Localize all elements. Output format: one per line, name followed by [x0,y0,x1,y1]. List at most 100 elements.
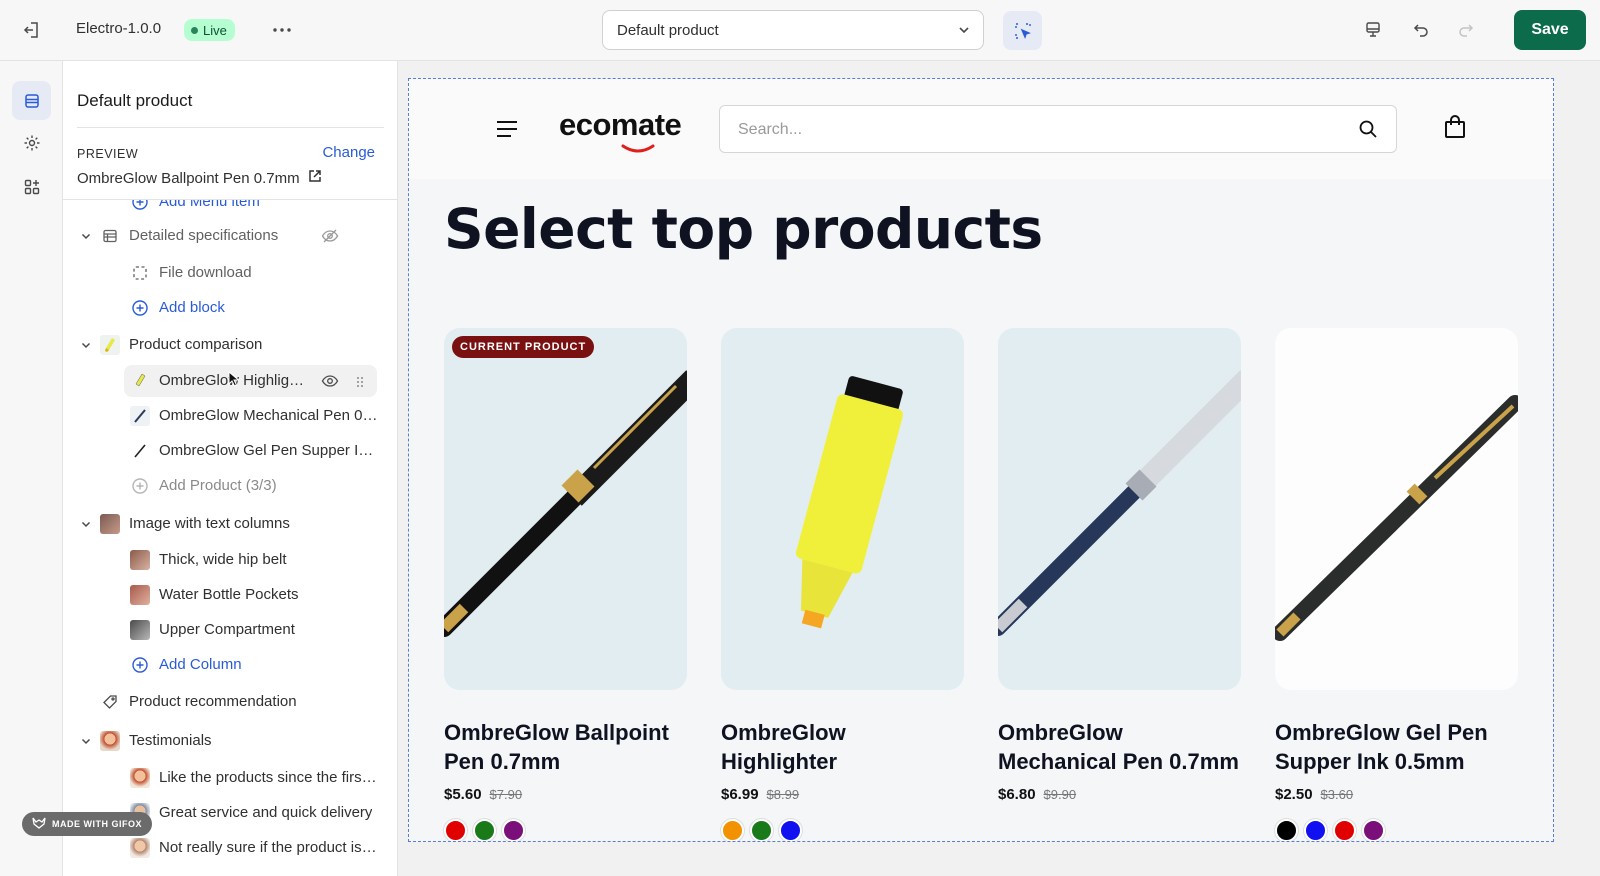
chevron-down-icon[interactable] [79,734,93,748]
preview-product[interactable]: OmbreGlow Ballpoint Pen 0.7mm [77,169,322,187]
block-ombreglow-gel-pen[interactable]: OmbreGlow Gel Pen Supper Ink 0.5mm [63,435,397,467]
backpack-thumb-icon [100,514,120,534]
swatch-black[interactable] [1275,819,1298,841]
swatch-green[interactable] [473,819,496,841]
section-product-comparison[interactable]: Product comparison [63,329,397,361]
tree-item-label: Add Product (3/3) [159,477,277,494]
editor-topbar: Electro-1.0.0 Live Default product Save [0,0,1600,61]
product-price: $5.60 [444,786,482,803]
tree-item-label: Product comparison [129,336,263,353]
block-thick-wide-hip-belt[interactable]: Thick, wide hip belt [63,544,397,576]
product-card[interactable]: OmbreGlow Highlighter $6.99 $8.99 [721,328,964,841]
add-menu-item-button[interactable]: Add Menu item [63,200,397,218]
tree-item-label: Add block [159,299,225,316]
product-name[interactable]: OmbreGlow Ballpoint Pen 0.7mm [444,718,687,776]
gel-pen-image [1275,395,1518,641]
product-image[interactable] [1275,328,1518,690]
product-image[interactable]: CURRENT PRODUCT [444,328,687,690]
product-price: $2.50 [1275,786,1313,803]
product-name[interactable]: OmbreGlow Highlighter [721,718,964,776]
ballpoint-pen-image [444,370,687,637]
redo-icon[interactable] [1453,17,1479,43]
template-select[interactable]: Default product [602,10,984,50]
section-product-recommendation[interactable]: Product recommendation [63,686,397,718]
product-name[interactable]: OmbreGlow Mechanical Pen 0.7mm [998,718,1241,776]
desktop-preview-icon[interactable] [1360,17,1386,43]
store-logo[interactable]: ecomate [559,107,682,143]
more-actions-icon[interactable] [268,17,296,43]
preview-label: PREVIEW [77,147,139,161]
swatch-red[interactable] [1333,819,1356,841]
swatch-blue[interactable] [779,819,802,841]
backpack-thumb-icon [130,550,150,570]
add-block-button[interactable]: Add block [63,292,397,324]
block-water-bottle-pockets[interactable]: Water Bottle Pockets [63,579,397,611]
undo-icon[interactable] [1408,17,1434,43]
change-preview-link[interactable]: Change [322,144,375,161]
eye-slash-icon[interactable] [321,227,339,249]
apps-icon[interactable] [12,167,51,206]
tree-item-label: Image with text columns [129,515,290,532]
tree-item-label: OmbreGlow Mechanical Pen 0.7mm [159,407,379,424]
swatch-purple[interactable] [1362,819,1385,841]
swatch-purple[interactable] [502,819,525,841]
tree-item-label: OmbreGlow Gel Pen Supper Ink 0.5mm [159,442,379,459]
exit-icon[interactable] [18,17,44,43]
search-icon[interactable] [1358,119,1378,142]
product-name[interactable]: OmbreGlow Gel Pen Supper Ink 0.5mm [1275,718,1518,776]
add-product-button[interactable]: Add Product (3/3) [63,470,397,502]
plus-circle-icon [130,655,150,675]
section-detailed-specifications[interactable]: Detailed specifications [63,220,397,252]
block-file-download[interactable]: File download [63,257,397,289]
chevron-down-icon[interactable] [79,338,93,352]
logo-smile-icon [621,141,655,157]
swatch-green[interactable] [750,819,773,841]
product-prices: $6.80 $9.90 [998,786,1241,803]
store-search-input[interactable]: Search... [719,105,1397,153]
external-link-icon[interactable] [308,169,322,187]
tree-item-label: Add Menu item [159,200,260,210]
chevron-down-icon[interactable] [79,517,93,531]
swatch-blue[interactable] [1304,819,1327,841]
swatch-orange[interactable] [721,819,744,841]
section-heading: Select top products [444,197,1043,261]
compare-price: $3.60 [1320,787,1354,802]
product-image[interactable] [721,328,964,690]
block-testimonial-3[interactable]: Not really sure if the product is good [63,832,397,864]
sections-icon[interactable] [12,81,51,120]
swatch-red[interactable] [444,819,467,841]
add-column-button[interactable]: Add Column [63,649,397,681]
tree-item-label: Testimonials [129,732,212,749]
tree-item-label: Thick, wide hip belt [159,551,287,568]
save-button[interactable]: Save [1514,10,1586,50]
drag-handle-icon[interactable] [356,375,364,392]
menu-icon[interactable] [495,119,519,139]
product-prices: $2.50 $3.60 [1275,786,1518,803]
product-card[interactable]: CURRENT PRODUCT OmbreGlow Ballpoint Pen … [444,328,687,841]
section-testimonials[interactable]: Testimonials [63,725,397,757]
chevron-down-icon[interactable] [79,229,93,243]
block-ombreglow-highlighter[interactable]: OmbreGlow Highlighter [124,365,377,397]
product-image[interactable] [998,328,1241,690]
table-icon [100,226,120,246]
block-upper-compartment[interactable]: Upper Compartment [63,614,397,646]
color-swatches [721,819,964,841]
cart-bag-icon[interactable] [1443,115,1467,142]
status-dot-icon [191,26,198,34]
block-ombreglow-mechanical-pen[interactable]: OmbreGlow Mechanical Pen 0.7mm [63,400,397,432]
eye-icon[interactable] [321,372,339,394]
search-placeholder: Search... [738,121,803,138]
inspector-toggle-icon[interactable] [1003,11,1042,50]
store-preview: ecomate Search... Select top products CU… [398,61,1600,876]
tree-item-label: Water Bottle Pockets [159,586,299,603]
product-card[interactable]: OmbreGlow Gel Pen Supper Ink 0.5mm $2.50… [1275,328,1518,841]
highlighter-thumb-icon [100,335,120,355]
section-image-with-text-columns[interactable]: Image with text columns [63,508,397,540]
settings-gear-icon[interactable] [12,123,51,162]
block-testimonial-1[interactable]: Like the products since the first purcha… [63,762,397,794]
product-card[interactable]: OmbreGlow Mechanical Pen 0.7mm $6.80 $9.… [998,328,1241,803]
chevron-down-icon [957,23,971,41]
section-tree: Add Menu item Detailed specifications Fi… [63,200,397,876]
avatar-thumb-icon [130,838,150,858]
mechanical-pen-image [998,370,1241,636]
